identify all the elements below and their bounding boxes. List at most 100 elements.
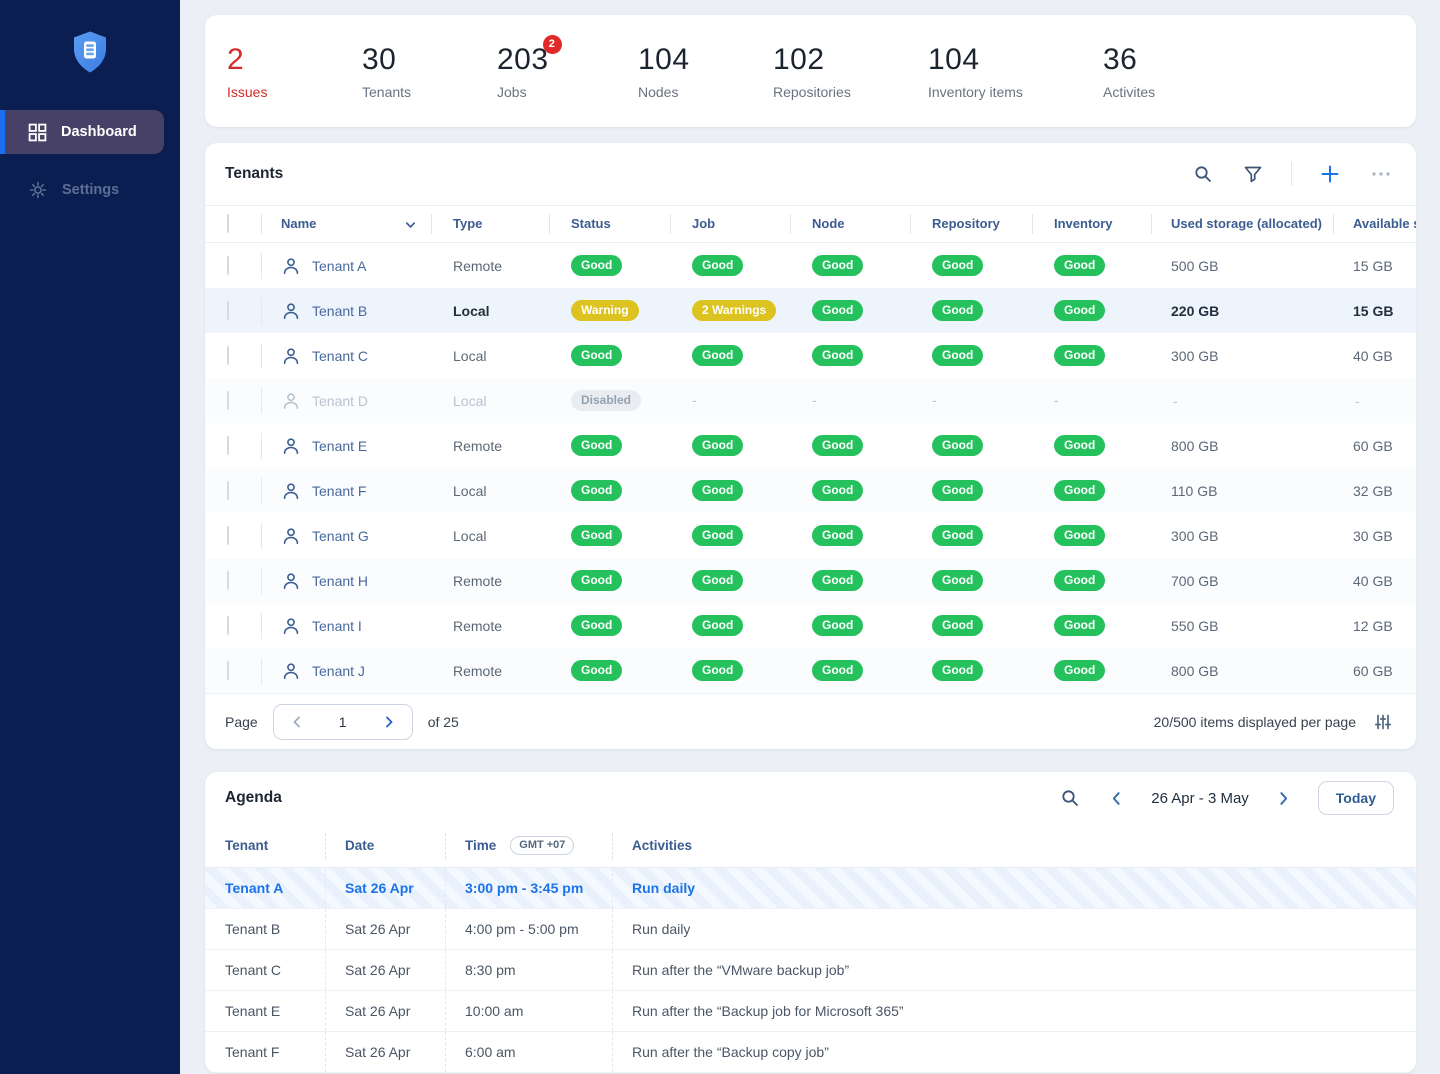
table-row[interactable]: Tenant BLocalWarning2 WarningsGoodGoodGo… [205,288,1416,333]
agenda-column-date[interactable]: Date [325,835,445,857]
filter-funnel-icon [1243,164,1263,184]
available-storage: - [1333,393,1416,409]
agenda-column-tenant[interactable]: Tenant [205,835,325,857]
stat-issues[interactable]: 2 Issues [227,43,362,100]
row-checkbox[interactable] [227,346,229,365]
row-checkbox[interactable] [227,391,229,410]
stat-value: 36 [1103,43,1137,77]
table-row[interactable]: Tenant DLocalDisabled------ [205,378,1416,423]
agenda-table-body: Tenant ASat 26 Apr3:00 pm - 3:45 pmRun d… [205,868,1416,1073]
status-badge: Disabled [571,390,641,411]
column-header-inventory[interactable]: Inventory [1032,214,1151,234]
more-options-button[interactable] [1368,162,1394,186]
stat-activities[interactable]: 36 Activites [1103,43,1238,100]
row-checkbox[interactable] [227,571,229,590]
row-checkbox[interactable] [227,526,229,545]
agenda-search-button[interactable] [1058,786,1082,810]
sidebar-item-settings[interactable]: Settings [0,168,180,212]
job-cell: Good [670,435,790,456]
table-row[interactable]: Tenant GLocalGoodGoodGoodGoodGood300 GB3… [205,513,1416,558]
tenant-type: Local [431,393,549,409]
job-badge: Good [692,255,743,276]
column-header-node[interactable]: Node [790,214,910,234]
column-header-job[interactable]: Job [670,214,790,234]
add-tenant-button[interactable] [1318,162,1342,186]
tenants-panel-title: Tenants [225,165,283,183]
next-week-button[interactable] [1273,788,1294,809]
agenda-tenant: Tenant E [205,991,325,1031]
stat-repositories[interactable]: 102 Repositories [773,43,928,100]
column-header-name[interactable]: Name [261,214,431,234]
next-page-button[interactable] [379,712,399,732]
table-row[interactable]: Tenant ERemoteGoodGoodGoodGoodGood800 GB… [205,423,1416,468]
page-label: Page [225,714,258,730]
sidebar-nav: Dashboard Settings [0,110,180,212]
repository-cell: Good [910,435,1032,456]
stat-tenants[interactable]: 30 Tenants [362,43,497,100]
agenda-row[interactable]: Tenant FSat 26 Apr6:00 amRun after the “… [205,1032,1416,1073]
agenda-row[interactable]: Tenant BSat 26 Apr4:00 pm - 5:00 pmRun d… [205,909,1416,950]
status-badge: Good [571,570,622,591]
search-button[interactable] [1191,162,1215,186]
node-cell: Good [790,255,910,276]
agenda-column-time[interactable]: Time GMT +07 [445,835,612,857]
tenant-type: Remote [431,663,549,679]
column-header-repository[interactable]: Repository [910,214,1032,234]
agenda-activity: Run after the “VMware backup job” [612,950,1416,990]
display-settings-button[interactable] [1372,711,1394,733]
select-all-checkbox[interactable] [227,214,229,233]
job-cell: Good [670,255,790,276]
table-row[interactable]: Tenant HRemoteGoodGoodGoodGoodGood700 GB… [205,558,1416,603]
row-checkbox[interactable] [227,436,229,455]
previous-week-button[interactable] [1106,788,1127,809]
sidebar-item-label: Dashboard [61,124,137,140]
sidebar-item-dashboard[interactable]: Dashboard [0,110,164,154]
column-header-available-storage[interactable]: Available storage [1333,214,1416,234]
tenant-name: Tenant B [312,303,367,319]
filter-button[interactable] [1241,162,1265,186]
row-checkbox[interactable] [227,301,229,320]
row-checkbox[interactable] [227,661,229,680]
used-storage: 700 GB [1151,573,1333,589]
dashboard-grid-icon [28,123,47,142]
repository-cell: Good [910,525,1032,546]
agenda-row[interactable]: Tenant CSat 26 Apr8:30 pmRun after the “… [205,950,1416,991]
previous-page-button[interactable] [287,712,307,732]
agenda-row[interactable]: Tenant ASat 26 Apr3:00 pm - 3:45 pmRun d… [205,868,1416,909]
used-storage: 300 GB [1151,348,1333,364]
current-page-value[interactable]: 1 [339,714,347,730]
column-header-status[interactable]: Status [549,214,670,234]
row-checkbox-cell [205,257,261,275]
table-row[interactable]: Tenant IRemoteGoodGoodGoodGoodGood550 GB… [205,603,1416,648]
row-checkbox-cell [205,392,261,410]
toolbar-divider [1291,162,1292,186]
table-row[interactable]: Tenant JRemoteGoodGoodGoodGoodGood800 GB… [205,648,1416,693]
agenda-column-activities[interactable]: Activities [612,835,1416,857]
column-header-type[interactable]: Type [431,214,549,234]
table-row[interactable]: Tenant FLocalGoodGoodGoodGoodGood110 GB3… [205,468,1416,513]
inventory-badge: Good [1054,480,1105,501]
repository-cell: - [910,392,1032,410]
stat-jobs[interactable]: 2032 Jobs [497,43,638,100]
page-control: 1 [273,704,413,740]
table-row[interactable]: Tenant CLocalGoodGoodGoodGoodGood300 GB4… [205,333,1416,378]
agenda-time: 8:30 pm [445,950,612,990]
tenant-type: Remote [431,618,549,634]
today-button[interactable]: Today [1318,781,1394,815]
column-header-used-storage[interactable]: Used storage (allocated) [1151,214,1333,234]
inventory-badge: Good [1054,435,1105,456]
table-row[interactable]: Tenant ARemoteGoodGoodGoodGoodGood500 GB… [205,243,1416,288]
used-storage: 550 GB [1151,618,1333,634]
row-checkbox[interactable] [227,481,229,500]
person-icon [281,436,301,456]
agenda-row[interactable]: Tenant ESat 26 Apr10:00 amRun after the … [205,991,1416,1032]
row-checkbox[interactable] [227,616,229,635]
row-checkbox[interactable] [227,256,229,275]
stat-inventory-items[interactable]: 104 Inventory items [928,43,1103,100]
tenant-type: Local [431,528,549,544]
stat-nodes[interactable]: 104 Nodes [638,43,773,100]
inventory-badge: Good [1054,525,1105,546]
job-badge: Good [692,435,743,456]
repository-badge: Good [932,300,983,321]
node-badge: Good [812,615,863,636]
